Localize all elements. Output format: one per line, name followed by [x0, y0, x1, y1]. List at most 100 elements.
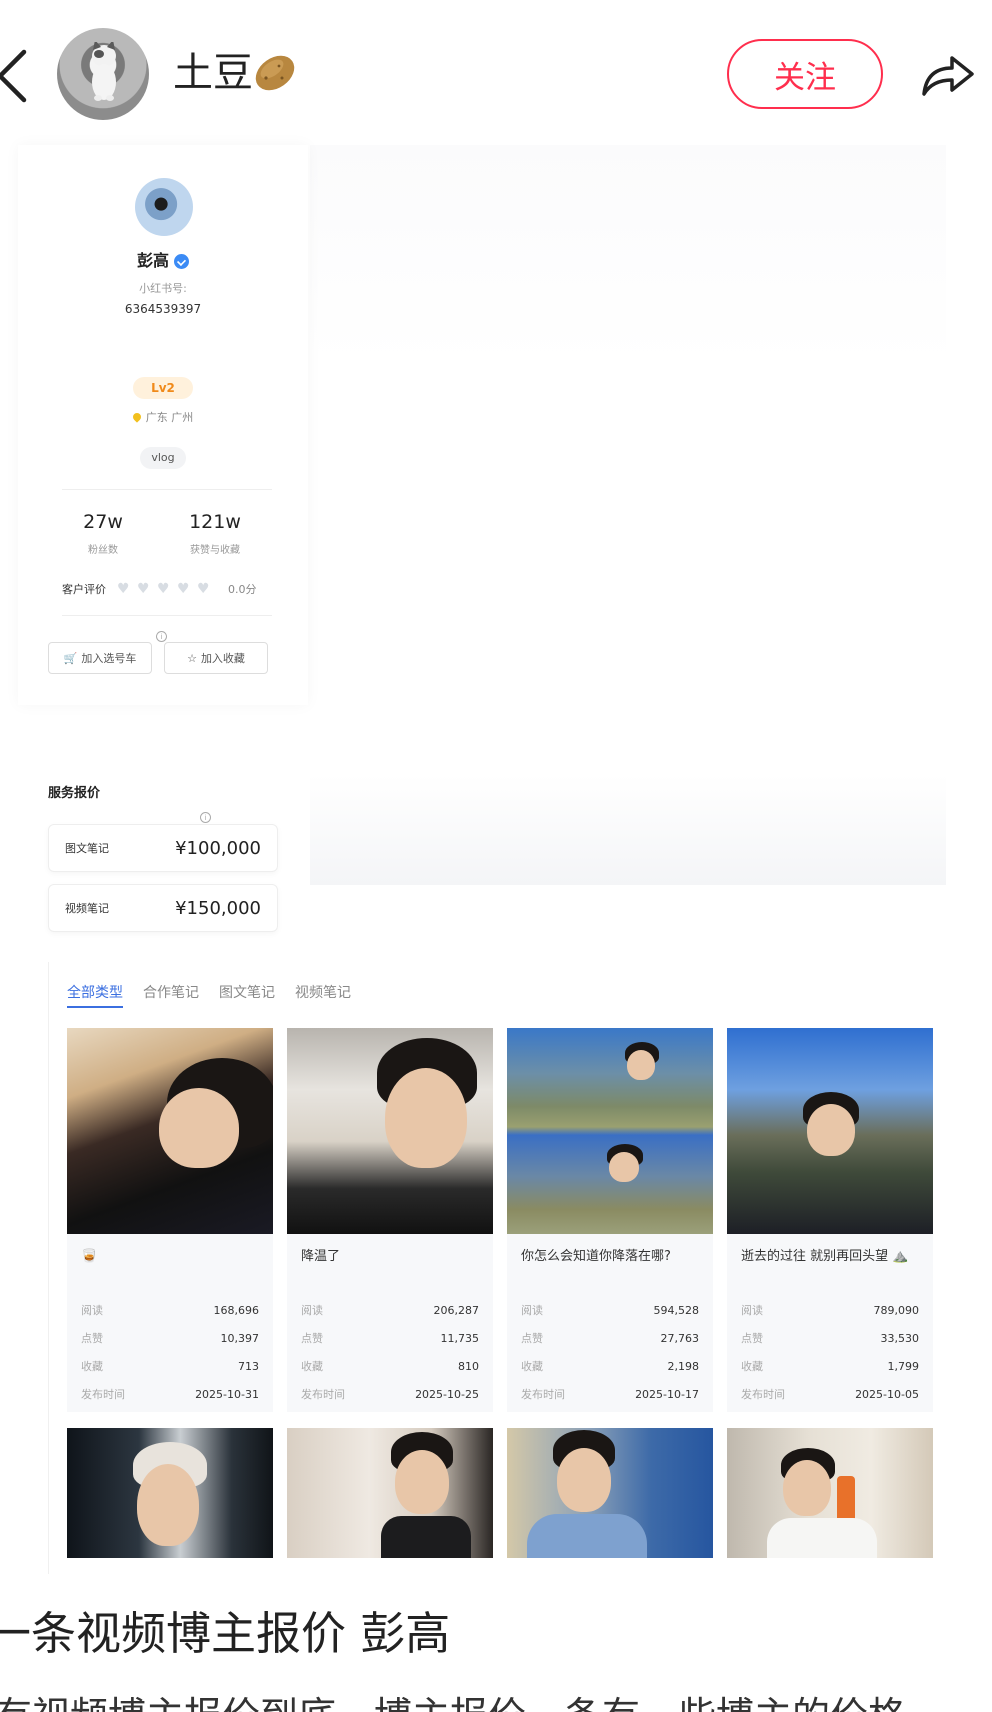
- add-cart-label: 加入选号车: [81, 652, 137, 665]
- blank-panel: [310, 145, 946, 885]
- post-subtitle: 有视频博主报价到底一博主报价一条有一些博主的价格: [0, 1690, 906, 1712]
- stat-row-like: 点赞 33,530: [741, 1324, 919, 1352]
- verified-icon: [174, 254, 189, 269]
- stat-value: 594,528: [653, 1303, 700, 1317]
- divider: [62, 489, 272, 490]
- note-cover-row2[interactable]: [507, 1428, 713, 1558]
- stat-label: 发布时间: [741, 1388, 785, 1401]
- heart-icon: ♥: [177, 580, 190, 597]
- cat-image: [92, 42, 116, 101]
- stat-value: 168,696: [213, 1303, 260, 1317]
- note-cover-row2[interactable]: [727, 1428, 933, 1558]
- stat-label: 发布时间: [301, 1388, 345, 1401]
- stat-value: 33,530: [880, 1331, 920, 1345]
- stat-label: 点赞: [741, 1332, 763, 1345]
- avatar[interactable]: [57, 28, 149, 120]
- note-card[interactable]: 你怎么会知道你降落在哪? 阅读 594,528 点赞 27,763 收藏 2,198 …: [507, 1028, 713, 1412]
- stat-row-read: 阅读 594,528: [521, 1296, 699, 1324]
- tab-cooperation[interactable]: 合作笔记: [143, 982, 199, 1008]
- stat-row-fav: 收藏 1,799: [741, 1352, 919, 1380]
- tab-video-notes[interactable]: 视频笔记: [295, 982, 351, 1008]
- stat-value: 2025-10-31: [195, 1387, 259, 1401]
- stat-value: 789,090: [873, 1303, 920, 1317]
- post-title: 一条视频博主报价 彭高: [0, 1607, 451, 1660]
- note-title: 降温了: [301, 1249, 341, 1264]
- price-label: 视频笔记: [65, 902, 109, 915]
- add-to-cart-button[interactable]: 🛒 加入选号车: [48, 642, 152, 674]
- note-card[interactable]: 🥃 阅读 168,696 点赞 10,397 收藏 713 发布时间 2025-10-3…: [67, 1028, 273, 1412]
- stat-label: 收藏: [301, 1360, 323, 1373]
- price-row-image-note: 图文笔记 ¥100,000: [48, 824, 278, 872]
- heart-icon: ♥: [117, 580, 130, 597]
- note-title: 🥃: [81, 1249, 98, 1264]
- share-icon[interactable]: [918, 44, 978, 104]
- stat-label: 收藏: [741, 1360, 763, 1373]
- stat-value: 2025-10-25: [415, 1387, 479, 1401]
- stat-value: 10,397: [220, 1331, 260, 1345]
- likes-label: 获赞与收藏: [190, 545, 240, 556]
- divider: [62, 615, 272, 616]
- stat-row-read: 阅读 789,090: [741, 1296, 919, 1324]
- location: 广东 广州: [18, 409, 308, 425]
- stat-row-date: 发布时间 2025-10-05: [741, 1380, 919, 1408]
- service-title: 服务报价: [48, 786, 101, 801]
- note-cover-row2[interactable]: [67, 1428, 273, 1558]
- stat-value: 810: [458, 1359, 479, 1373]
- stat-row-date: 发布时间 2025-10-17: [521, 1380, 699, 1408]
- followers-value: 27w: [83, 511, 123, 533]
- stat-row-read: 阅读 168,696: [81, 1296, 259, 1324]
- id-value: 6364539397: [124, 302, 202, 316]
- level-badge: Lv2: [133, 377, 193, 399]
- stat-label: 点赞: [81, 1332, 103, 1345]
- stat-value: 11,735: [440, 1331, 480, 1345]
- price-row-video-note: 视频笔记 ¥150,000: [48, 884, 278, 932]
- note-card[interactable]: 逝去的过往 就别再回头望 ⛰️ 阅读 789,090 点赞 33,530 收藏 1,7…: [727, 1028, 933, 1412]
- stat-value: 27,763: [660, 1331, 700, 1345]
- tab-image-notes[interactable]: 图文笔记: [219, 982, 275, 1008]
- info-icon[interactable]: i: [200, 812, 211, 823]
- stat-value: 2025-10-17: [635, 1387, 699, 1401]
- blogger-avatar[interactable]: [135, 178, 193, 236]
- star-icon: ☆: [187, 651, 197, 665]
- note-cover-row2[interactable]: [287, 1428, 493, 1558]
- stat-row-date: 发布时间 2025-10-31: [81, 1380, 259, 1408]
- stat-label: 阅读: [521, 1304, 543, 1317]
- stat-row-like: 点赞 11,735: [301, 1324, 479, 1352]
- stat-label: 点赞: [301, 1332, 323, 1345]
- info-icon[interactable]: i: [156, 631, 167, 642]
- note-cover: [67, 1028, 273, 1234]
- notes-section: 全部类型 合作笔记 图文笔记 视频笔记 🥃 阅读 168,696 点赞 10,397…: [48, 962, 946, 1574]
- note-cover: [507, 1028, 713, 1234]
- followers-stat: 27w 粉丝数: [48, 511, 158, 556]
- stat-label: 收藏: [521, 1360, 543, 1373]
- stat-label: 发布时间: [521, 1388, 565, 1401]
- location-pin-icon: [131, 411, 143, 423]
- username[interactable]: 土豆: [173, 45, 253, 101]
- chevron-left-icon[interactable]: [0, 46, 28, 106]
- note-title: 逝去的过往 就别再回头望 ⛰️: [741, 1249, 909, 1264]
- stat-label: 阅读: [741, 1304, 763, 1317]
- stat-row-fav: 收藏 810: [301, 1352, 479, 1380]
- heart-icon: ♥: [137, 580, 150, 597]
- stat-row-like: 点赞 10,397: [81, 1324, 259, 1352]
- note-card[interactable]: 降温了 阅读 206,287 点赞 11,735 收藏 810 发布时间 2025-10…: [287, 1028, 493, 1412]
- rating-score: 0.0分: [228, 583, 257, 596]
- add-to-favorites-button[interactable]: ☆ 加入收藏: [164, 642, 268, 674]
- id-label: 小红书号:: [139, 282, 187, 295]
- stat-row-fav: 收藏 713: [81, 1352, 259, 1380]
- tab-all[interactable]: 全部类型: [67, 982, 123, 1008]
- heart-icon: ♥: [197, 580, 210, 597]
- price-label: 图文笔记: [65, 842, 109, 855]
- followers-label: 粉丝数: [88, 545, 118, 556]
- stat-label: 收藏: [81, 1360, 103, 1373]
- blogger-name: 彭高: [136, 251, 169, 270]
- location-text: 广东 广州: [145, 411, 194, 424]
- stat-row-date: 发布时间 2025-10-25: [301, 1380, 479, 1408]
- price-value: ¥150,000: [175, 897, 261, 919]
- rating-label: 客户评价: [62, 583, 106, 596]
- profile-card: 彭高 小红书号: 6364539397 Lv2 广东 广州 vlog 27w 粉…: [18, 145, 308, 705]
- note-title: 你怎么会知道你降落在哪?: [521, 1249, 671, 1264]
- customer-rating: 客户评价 ♥ ♥ ♥ ♥ ♥ 0.0分: [62, 581, 282, 597]
- stat-row-like: 点赞 27,763: [521, 1324, 699, 1352]
- follow-button[interactable]: 关注: [727, 39, 883, 109]
